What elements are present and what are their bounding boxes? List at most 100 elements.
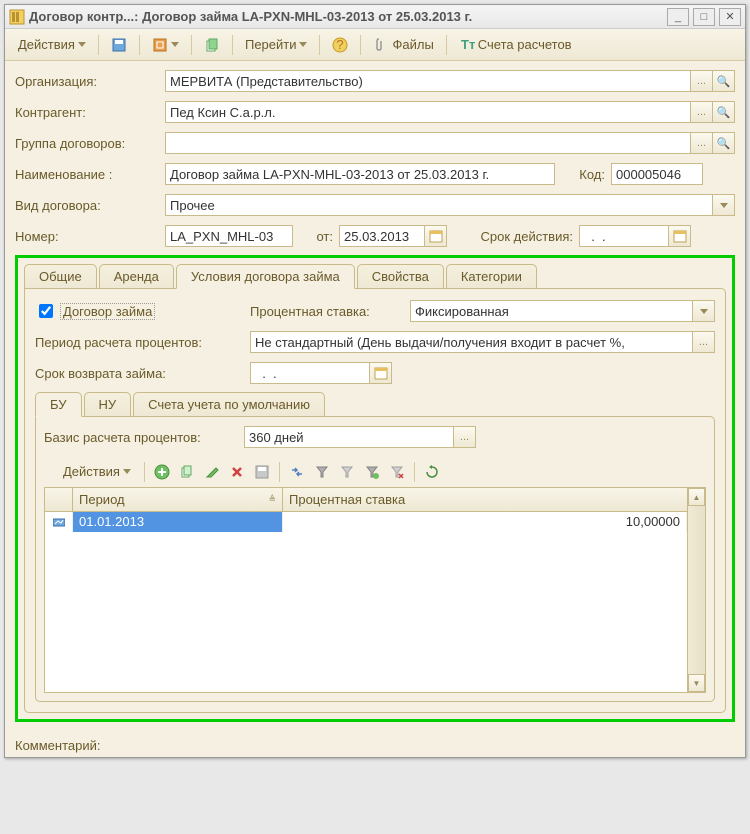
actions-menu[interactable]: Действия (11, 33, 93, 56)
contract-group-input[interactable] (165, 132, 691, 154)
swap-button[interactable] (286, 461, 308, 483)
select-button[interactable]: ... (693, 331, 715, 353)
tab-default-accounts[interactable]: Счета учета по умолчанию (133, 392, 325, 417)
tab-lease[interactable]: Аренда (99, 264, 174, 289)
filter-off-button[interactable] (336, 461, 358, 483)
from-label: от: (299, 229, 333, 244)
refresh-grid-button[interactable] (421, 461, 443, 483)
contract-type-label: Вид договора: (15, 198, 165, 213)
tab-general[interactable]: Общие (24, 264, 97, 289)
files-button[interactable]: Файлы (366, 33, 440, 57)
grid-row[interactable]: 01.01.2013 10,00000 (45, 512, 687, 532)
scroll-down-button[interactable]: ▼ (688, 674, 705, 692)
close-button[interactable]: ✕ (719, 8, 741, 26)
name-input[interactable] (165, 163, 555, 185)
copy-icon-button[interactable] (197, 33, 227, 57)
sub-tabs: БУ НУ Счета учета по умолчанию (35, 392, 715, 417)
tab-bu[interactable]: БУ (35, 392, 82, 417)
dropdown-icon (299, 42, 307, 47)
calendar-button[interactable] (669, 225, 691, 247)
search-button[interactable]: 🔍 (713, 101, 735, 123)
grid-toolbar: Действия (44, 456, 706, 487)
period-header-label: Период (79, 492, 125, 507)
code-input[interactable] (611, 163, 703, 185)
dropdown-icon (171, 42, 179, 47)
validity-input[interactable] (579, 225, 669, 247)
calendar-button[interactable] (425, 225, 447, 247)
interest-rate-input[interactable] (410, 300, 693, 322)
number-input[interactable] (165, 225, 293, 247)
grid-icon-header[interactable] (45, 488, 73, 511)
contract-type-input[interactable] (165, 194, 713, 216)
basis-label: Базис расчета процентов: (44, 430, 244, 445)
grid-actions-label: Действия (63, 464, 120, 479)
accounts-button[interactable]: Тт Счета расчетов (452, 33, 579, 57)
add-row-button[interactable] (151, 461, 173, 483)
window-controls: _ □ ✕ (667, 8, 741, 26)
date-input[interactable] (339, 225, 425, 247)
calc-period-label: Период расчета процентов: (35, 335, 250, 350)
period-cell: 01.01.2013 (73, 512, 283, 532)
counterparty-input[interactable] (165, 101, 691, 123)
goto-label: Перейти (245, 37, 297, 52)
app-icon (9, 9, 25, 25)
highlighted-section: Общие Аренда Условия договора займа Свой… (15, 255, 735, 722)
save-grid-button[interactable] (251, 461, 273, 483)
dropdown-button[interactable] (693, 300, 715, 322)
search-button[interactable]: 🔍 (713, 132, 735, 154)
accounts-label: Счета расчетов (478, 37, 572, 52)
help-icon-button[interactable]: ? (325, 33, 355, 57)
code-label: Код: (561, 167, 605, 182)
tab-loan-terms[interactable]: Условия договора займа (176, 264, 355, 289)
organization-label: Организация: (15, 74, 165, 89)
form-area: Организация: ... 🔍 Контрагент: ... 🔍 Гру… (5, 61, 745, 730)
tab-nu[interactable]: НУ (84, 392, 132, 417)
filter-edit-button[interactable] (361, 461, 383, 483)
select-button[interactable]: ... (454, 426, 476, 448)
delete-row-button[interactable] (226, 461, 248, 483)
rate-header-label: Процентная ставка (289, 492, 405, 507)
name-label: Наименование : (15, 167, 165, 182)
filter-button[interactable] (311, 461, 333, 483)
minimize-button[interactable]: _ (667, 8, 689, 26)
grid-period-header[interactable]: Период ≜ (73, 488, 283, 511)
window-title: Договор контр...: Договор займа LA-PXN-M… (29, 9, 667, 24)
grid-actions-menu[interactable]: Действия (56, 460, 138, 483)
filter-clear-button[interactable] (386, 461, 408, 483)
svg-text:Тт: Тт (461, 37, 475, 52)
maximize-button[interactable]: □ (693, 8, 715, 26)
main-toolbar: Действия Перейти ? Файлы (5, 29, 745, 61)
interest-rate-label: Процентная ставка: (250, 304, 410, 319)
search-button[interactable]: 🔍 (713, 70, 735, 92)
main-tabs: Общие Аренда Условия договора займа Свой… (24, 264, 726, 289)
dropdown-button[interactable] (713, 194, 735, 216)
tab-properties[interactable]: Свойства (357, 264, 444, 289)
rates-grid: Период ≜ Процентная ставка (44, 487, 706, 693)
comment-label: Комментарий: (15, 738, 125, 753)
grid-rate-header[interactable]: Процентная ставка (283, 488, 687, 511)
basis-input[interactable] (244, 426, 454, 448)
loan-contract-checkbox[interactable] (39, 304, 53, 318)
sort-icon: ≜ (268, 494, 276, 505)
organization-input[interactable] (165, 70, 691, 92)
vertical-scrollbar[interactable]: ▲ ▼ (687, 488, 705, 692)
tab-content: Договор займа Процентная ставка: Период … (24, 288, 726, 713)
sub-tab-content: Базис расчета процентов: ... Действия (35, 416, 715, 702)
number-label: Номер: (15, 229, 165, 244)
refresh-icon-button[interactable] (145, 33, 186, 57)
calc-period-input[interactable] (250, 331, 693, 353)
copy-row-button[interactable] (176, 461, 198, 483)
save-icon-button[interactable] (104, 33, 134, 57)
edit-row-button[interactable] (201, 461, 223, 483)
calendar-button[interactable] (370, 362, 392, 384)
tab-categories[interactable]: Категории (446, 264, 537, 289)
select-button[interactable]: ... (691, 101, 713, 123)
return-date-input[interactable] (250, 362, 370, 384)
rate-cell: 10,00000 (283, 512, 687, 532)
select-button[interactable]: ... (691, 70, 713, 92)
titlebar: Договор контр...: Договор займа LA-PXN-M… (5, 5, 745, 29)
select-button[interactable]: ... (691, 132, 713, 154)
return-date-label: Срок возврата займа: (35, 366, 250, 381)
scroll-up-button[interactable]: ▲ (688, 488, 705, 506)
goto-menu[interactable]: Перейти (238, 33, 315, 56)
